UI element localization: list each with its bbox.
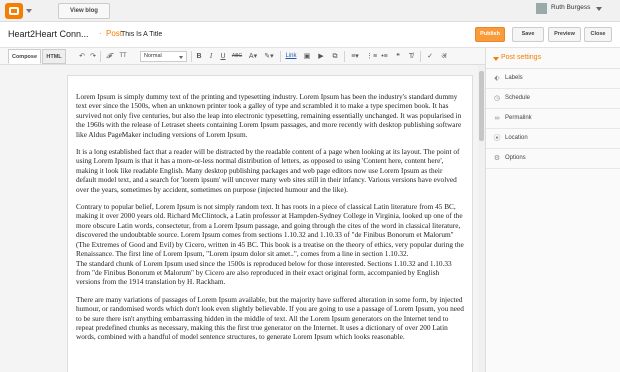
highlight-color-icon[interactable]: ✎▾ <box>263 52 275 61</box>
tab-compose[interactable]: Compose <box>8 49 41 64</box>
paragraph: It is a long established fact that a rea… <box>76 147 460 194</box>
post-settings-title: Post settings <box>501 54 542 61</box>
close-button[interactable]: Close <box>584 27 612 42</box>
redo-icon[interactable]: ↷ <box>89 52 97 61</box>
toolbar-divider <box>344 51 345 62</box>
font-family-icon[interactable]: 𝓕 <box>104 52 114 61</box>
insert-image-icon[interactable]: ▣ <box>302 52 312 61</box>
tab-html[interactable]: HTML <box>42 49 66 64</box>
text-color-icon[interactable]: A▾ <box>248 52 258 61</box>
view-blog-button[interactable]: View blog <box>58 3 110 19</box>
undo-icon[interactable]: ↶ <box>78 52 86 61</box>
label-icon: ⬖ <box>494 75 500 82</box>
sidebar-item-label: Labels <box>505 75 523 81</box>
location-icon: ⦿ <box>493 135 501 142</box>
toolbar-divider <box>100 51 101 62</box>
post-title-input[interactable] <box>121 26 351 42</box>
clock-icon: ◷ <box>493 95 501 102</box>
blog-name: Heart2Heart Conn... <box>8 29 89 39</box>
post-body-editor[interactable]: Lorem Ipsum is simply dummy text of the … <box>67 75 473 372</box>
sidebar-item-options[interactable]: ⚙ Options <box>486 149 620 169</box>
bold-button[interactable]: B <box>195 52 203 61</box>
input-tools-icon[interactable]: अ <box>439 52 449 61</box>
sidebar-item-label: Permalink <box>505 115 532 121</box>
chevron-down-icon[interactable] <box>596 7 602 11</box>
toolbar-divider <box>191 51 192 62</box>
paragraph: Lorem Ipsum is simply dummy text of the … <box>76 92 462 139</box>
blogger-logo-icon[interactable] <box>5 3 23 19</box>
editor-scrollbar[interactable] <box>478 65 485 372</box>
insert-video-icon[interactable]: ▶ <box>316 52 326 61</box>
italic-button[interactable]: I <box>207 52 215 61</box>
paragraph: Contrary to popular belief, Lorem Ipsum … <box>76 202 464 259</box>
scrollbar-thumb[interactable] <box>479 71 484 141</box>
user-name[interactable]: Ruth Burgess <box>551 4 590 11</box>
preview-button[interactable]: Preview <box>548 27 581 42</box>
avatar[interactable] <box>536 3 547 14</box>
post-settings-header[interactable]: Post settings <box>486 48 620 69</box>
save-button[interactable]: Save <box>512 27 544 42</box>
gear-icon: ⚙ <box>493 155 501 162</box>
sidebar-item-permalink[interactable]: ∞ Permalink <box>486 109 620 129</box>
sidebar-item-label: Location <box>505 135 528 141</box>
toolbar-divider <box>420 51 421 62</box>
top-bar: View blog Ruth Burgess <box>0 0 620 22</box>
spell-check-icon[interactable]: ✓ <box>425 52 435 61</box>
paragraph-format-select[interactable]: Normal <box>140 51 187 62</box>
sidebar-item-label: Schedule <box>505 95 531 101</box>
strikethrough-button[interactable]: ABC <box>230 52 244 61</box>
underline-button[interactable]: U <box>219 52 227 61</box>
remove-formatting-icon[interactable]: T̸ <box>406 52 416 61</box>
publish-button[interactable]: Publish <box>475 27 505 42</box>
breadcrumb: Post <box>106 29 123 38</box>
sidebar-item-location[interactable]: ⦿ Location <box>486 129 620 149</box>
breadcrumb-separator: · <box>99 29 102 38</box>
sidebar-item-labels[interactable]: ⬖ Labels <box>486 69 620 89</box>
link-button[interactable]: Link <box>284 52 298 61</box>
post-settings-sidebar: Post settings ⬖ Labels ◷ Schedule ∞ Perm… <box>485 48 620 372</box>
editor-toolbar: Compose HTML ↶ ↷ 𝓕 TT Normal B I U ABC A… <box>0 48 485 65</box>
insert-jump-break-icon[interactable]: ⧉ <box>330 52 340 61</box>
toolbar-divider <box>280 51 281 62</box>
quote-icon[interactable]: ❝ <box>394 52 402 61</box>
align-icon[interactable]: ≡▾ <box>349 52 361 61</box>
sidebar-item-label: Options <box>505 155 526 161</box>
chevron-down-icon <box>493 57 499 61</box>
sidebar-item-schedule[interactable]: ◷ Schedule <box>486 89 620 109</box>
font-size-icon[interactable]: TT <box>117 52 129 61</box>
link-icon: ∞ <box>494 115 500 122</box>
chevron-down-icon[interactable] <box>26 9 32 13</box>
bulleted-list-icon[interactable]: •≡ <box>380 52 389 61</box>
paragraph: There are many variations of passages of… <box>76 294 464 342</box>
blogger-post-editor: View blog Ruth Burgess Heart2Heart Conn.… <box>0 0 620 372</box>
numbered-list-icon[interactable]: ⋮≡ <box>366 52 377 61</box>
editor-canvas: Lorem Ipsum is simply dummy text of the … <box>0 65 485 372</box>
title-bar: Heart2Heart Conn... · Post Publish Save … <box>0 22 620 48</box>
paragraph: The standard chunk of Lorem Ipsum used s… <box>76 258 452 287</box>
